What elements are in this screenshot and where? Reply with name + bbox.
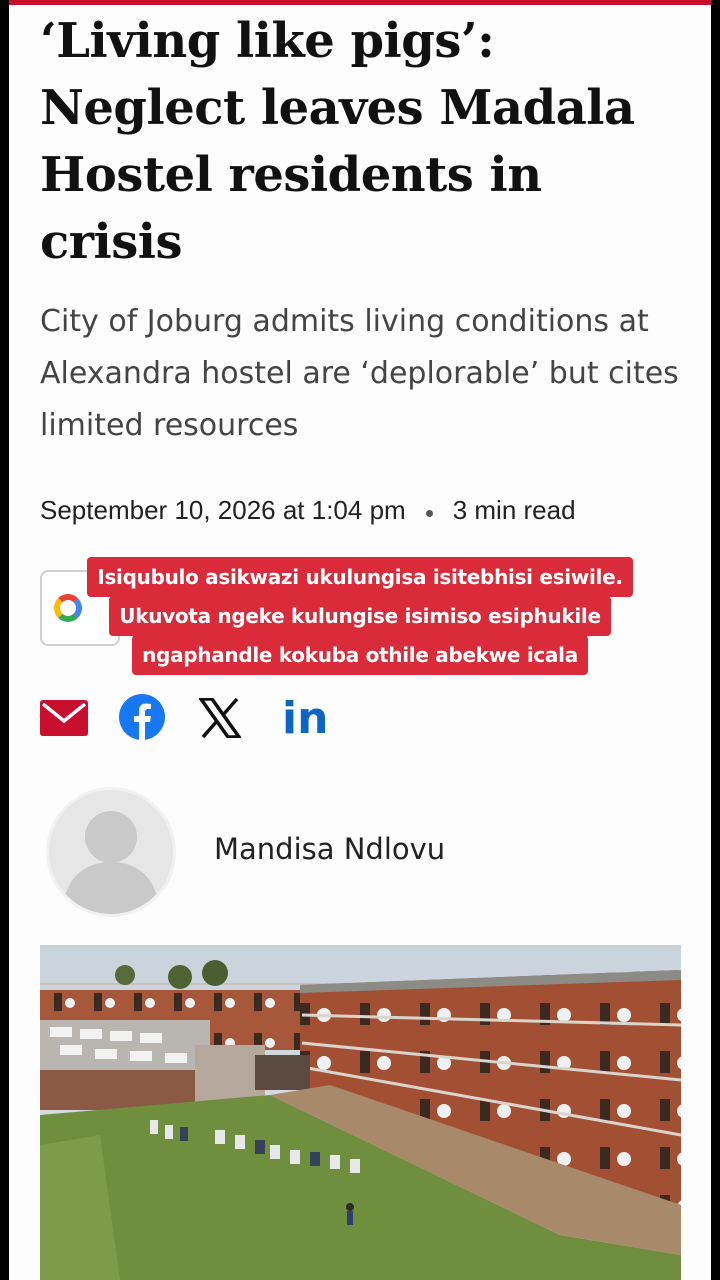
author-avatar[interactable]	[49, 790, 173, 914]
hostel-photo-illustration	[40, 945, 681, 1280]
person-placeholder-icon	[63, 811, 159, 914]
svg-text:in: in	[282, 694, 328, 740]
caption-line-2: Ukuvota ngeke kulungise isimiso esiphuki…	[109, 596, 611, 636]
meta-separator	[425, 509, 433, 517]
video-caption-overlay: Isiqubulo asikwazi ukulungisa isitebhisi…	[0, 557, 720, 675]
top-accent-bar	[9, 0, 711, 5]
caption-line-1: Isiqubulo asikwazi ukulungisa isitebhisi…	[87, 557, 633, 597]
facebook-icon[interactable]	[119, 694, 165, 740]
email-icon[interactable]	[40, 700, 88, 736]
article-headline: ‘Living like pigs’: Neglect leaves Madal…	[40, 13, 635, 270]
read-time: 3 min read	[452, 494, 576, 525]
author-name[interactable]: Mandisa Ndlovu	[214, 832, 445, 866]
publish-date: September 10, 2026 at 1:04 pm	[40, 494, 406, 525]
x-icon[interactable]	[199, 698, 241, 738]
article-meta: September 10, 2026 at 1:04 pm 3 min read	[40, 492, 576, 528]
article-subheadline: City of Joburg admits living conditions …	[40, 304, 679, 443]
caption-line-3: ngaphandle kokuba othile abekwe icala	[132, 635, 588, 675]
linkedin-icon[interactable]: in	[280, 694, 328, 740]
article-photo	[40, 945, 681, 1280]
